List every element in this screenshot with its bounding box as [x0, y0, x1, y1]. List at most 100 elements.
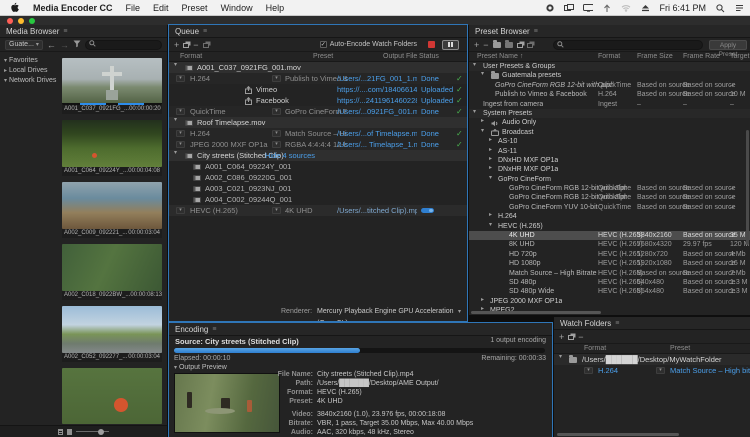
- preset-row[interactable]: SD 480p WideHEVC (H.265)854x480Based on …: [469, 287, 750, 296]
- renderer-dropdown[interactable]: Mercury Playback Engine GPU Acceleration…: [317, 306, 467, 321]
- watch-folder-output-row[interactable]: H.264 Match Source – High bitrate: [554, 365, 750, 376]
- preset-row[interactable]: Ingest from cameraIngest–––: [469, 100, 750, 109]
- media-search-input[interactable]: [85, 40, 162, 50]
- preset-group-row[interactable]: Audio Only: [469, 118, 750, 127]
- preset-row[interactable]: HD 720pHEVC (H.265)1280x720Based on sour…: [469, 250, 750, 259]
- back-button[interactable]: ←: [47, 41, 56, 49]
- remove-button[interactable]: −: [193, 41, 198, 49]
- output-file-link[interactable]: /Users/...of Timelapse.mp4: [337, 128, 417, 139]
- format-dropdown[interactable]: [176, 141, 185, 148]
- output-file-link[interactable]: /Users/...21FG_001_1.mp4: [337, 73, 417, 84]
- output-file-link[interactable]: /Users/...0921FG_001.mov: [337, 106, 417, 117]
- menu-edit[interactable]: Edit: [153, 3, 169, 13]
- queue-source-row[interactable]: City streets (Stitched Clip)Hide 4 sourc…: [169, 150, 467, 161]
- chevron-down-icon[interactable]: [559, 354, 562, 360]
- apply-preset-button[interactable]: Apply Preset: [709, 40, 747, 50]
- upload-url-link[interactable]: https://....com/184066142: [337, 84, 417, 95]
- thumbnail-view-icon[interactable]: [67, 429, 72, 435]
- output-preview-toggle[interactable]: Output Preview: [174, 364, 227, 371]
- chevron-right-icon[interactable]: [4, 68, 7, 74]
- preset-row[interactable]: SD 480pHEVC (H.265)640x480Based on sourc…: [469, 278, 750, 287]
- preset-group-row[interactable]: H.264: [469, 212, 750, 221]
- slider-knob[interactable]: [98, 429, 104, 435]
- export-preset-button[interactable]: [527, 43, 533, 48]
- eject-icon[interactable]: [640, 3, 650, 13]
- preset-dropdown[interactable]: [272, 75, 281, 82]
- chevron-down-icon[interactable]: [481, 71, 484, 77]
- new-group-button[interactable]: [493, 42, 501, 48]
- encoding-header[interactable]: Encoding ≡: [169, 323, 552, 336]
- queue-upload-row[interactable]: Vimeohttps://....com/184066142Uploaded✓: [169, 84, 467, 95]
- add-source-button[interactable]: +: [174, 41, 179, 49]
- preset-group-row[interactable]: JPEG 2000 MXF OP1a: [469, 297, 750, 306]
- column-format[interactable]: Format: [584, 344, 606, 354]
- queue-subsource-row[interactable]: A002_C086_09220G_001: [169, 172, 467, 183]
- preset-dropdown[interactable]: [272, 207, 281, 214]
- queue-subsource-row[interactable]: A003_C021_0923NJ_001: [169, 183, 467, 194]
- chevron-down-icon[interactable]: [489, 175, 492, 181]
- format-dropdown[interactable]: [176, 207, 185, 214]
- queue-header[interactable]: Queue ≡: [169, 25, 467, 38]
- wifi-icon[interactable]: [621, 3, 631, 13]
- panel-menu-icon[interactable]: ≡: [615, 320, 619, 327]
- media-clip-item[interactable]: A002_C052_092277_...00:00:03:04: [62, 306, 162, 362]
- close-window-button[interactable]: [7, 18, 13, 24]
- camera-status-icon[interactable]: [545, 3, 555, 13]
- tree-item-local-drives[interactable]: Local Drives: [0, 66, 60, 76]
- create-preset-button[interactable]: +: [474, 41, 479, 49]
- chevron-right-icon[interactable]: [489, 156, 492, 162]
- forward-button[interactable]: →: [60, 41, 69, 49]
- upload-url-link[interactable]: https://...24119614602283: [337, 95, 417, 106]
- preset-group-row[interactable]: DNxHR MXF OP1a: [469, 165, 750, 174]
- stop-queue-button[interactable]: [428, 41, 435, 48]
- thumbnail-size-slider[interactable]: [76, 431, 109, 432]
- menu-clock[interactable]: Fri 6:41 PM: [659, 3, 706, 13]
- panel-menu-icon[interactable]: ≡: [63, 28, 67, 35]
- chevron-right-icon[interactable]: [481, 118, 484, 124]
- queue-output-row[interactable]: H.264Match Source – High bitr.../Users/.…: [169, 128, 467, 139]
- preset-dropdown[interactable]: [656, 367, 665, 374]
- queue-source-row[interactable]: Roof Timelapse.mov: [169, 117, 467, 128]
- chevron-down-icon[interactable]: [4, 58, 7, 64]
- preset-group-row[interactable]: System Presets: [469, 109, 750, 118]
- column-preset-name[interactable]: Preset Name ↑: [477, 52, 523, 62]
- preset-group-row[interactable]: User Presets & Groups: [469, 62, 750, 71]
- queue-upload-row[interactable]: Facebookhttps://...24119614602283Uploade…: [169, 95, 467, 106]
- chevron-right-icon[interactable]: [489, 212, 492, 218]
- location-dropdown[interactable]: Guate...: [5, 40, 43, 50]
- column-format[interactable]: Format: [180, 52, 202, 62]
- media-browser-header[interactable]: Media Browser ≡: [0, 25, 167, 38]
- column-preset[interactable]: Preset: [670, 344, 690, 354]
- tree-item-network-drives[interactable]: Network Drives: [0, 76, 60, 86]
- chevron-down-icon[interactable]: [473, 62, 476, 68]
- minimize-window-button[interactable]: [18, 18, 24, 24]
- add-output-button[interactable]: [203, 43, 209, 48]
- preset-group-row[interactable]: HEVC (H.265): [469, 222, 750, 231]
- pause-queue-button[interactable]: [442, 40, 459, 50]
- media-clip-item[interactable]: [62, 368, 162, 424]
- chevron-down-icon[interactable]: [458, 309, 461, 315]
- menu-app-name[interactable]: Media Encoder CC: [33, 3, 113, 13]
- preset-group-row[interactable]: Guatemala presets: [469, 71, 750, 80]
- queue-subsource-row[interactable]: A001_C064_09224Y_001: [169, 161, 467, 172]
- column-format[interactable]: Format: [598, 52, 620, 62]
- chevron-right-icon[interactable]: [489, 147, 492, 153]
- notification-center-icon[interactable]: [734, 3, 744, 13]
- preset-dropdown[interactable]: [272, 108, 281, 115]
- remove-preset-button[interactable]: −: [483, 41, 488, 49]
- media-clip-item[interactable]: A001_C064_09224Y_...00:00:04:08: [62, 120, 162, 176]
- queue-output-row[interactable]: H.264Publish to Vimeo & Face.../Users/..…: [169, 73, 467, 84]
- preset-row[interactable]: GoPro CineForm RGB 12-bit with alpha (Al…: [469, 81, 750, 90]
- chevron-right-icon[interactable]: [481, 297, 484, 303]
- chevron-right-icon[interactable]: [489, 165, 492, 171]
- preset-dropdown[interactable]: [272, 130, 281, 137]
- preset-settings-button[interactable]: [505, 42, 513, 48]
- queue-encoding-row[interactable]: HEVC (H.265)4K UHD/Users/...titched Clip…: [169, 205, 467, 216]
- clip-scrubber[interactable]: [62, 103, 162, 105]
- queue-source-row[interactable]: A001_C037_0921FG_001.mov: [169, 62, 467, 73]
- format-dropdown[interactable]: [176, 130, 185, 137]
- output-file-link[interactable]: /Users/...titched Clip).mp4: [337, 205, 417, 216]
- chevron-down-icon[interactable]: [174, 117, 177, 123]
- media-clip-item[interactable]: A002_C018_0922BW_...00:00:08:13: [62, 244, 162, 300]
- column-preset[interactable]: Preset: [313, 52, 333, 62]
